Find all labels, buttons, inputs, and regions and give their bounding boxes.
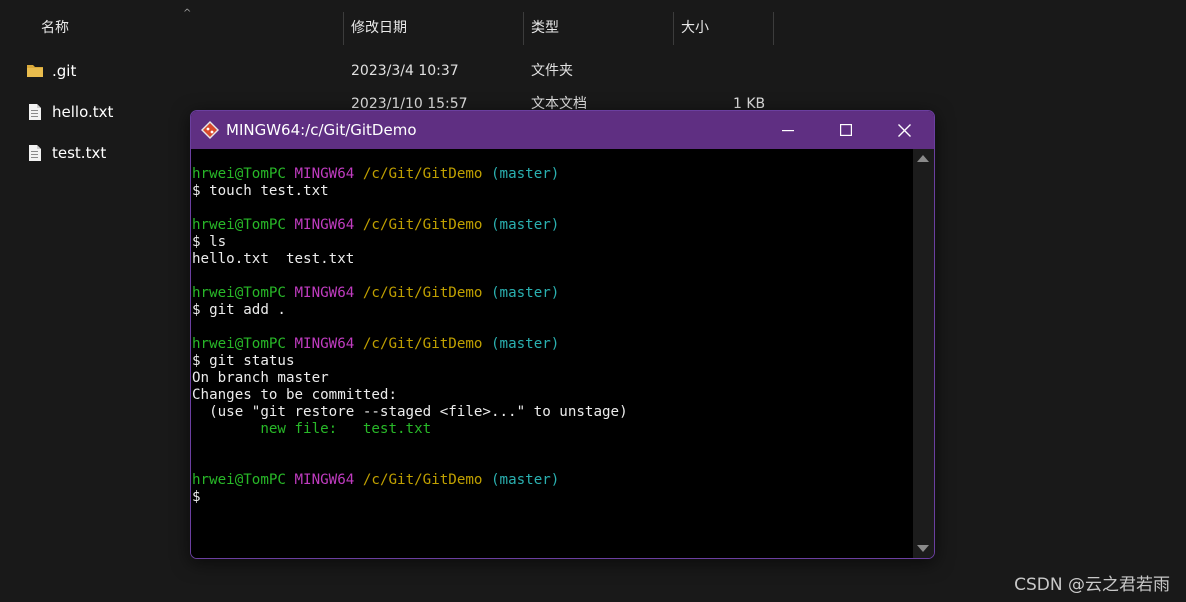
command-line: $ git add .	[192, 302, 286, 318]
column-divider[interactable]	[523, 12, 524, 45]
prompt-user: hrwei@TomPC	[192, 336, 286, 352]
ls-output: hello.txt test.txt	[192, 251, 355, 267]
file-name: .git	[52, 62, 77, 80]
folder-icon	[27, 65, 43, 77]
prompt-line: hrwei@TomPC MINGW64 /c/Git/GitDemo (mast…	[192, 166, 559, 183]
terminal-window[interactable]: MINGW64:/c/Git/GitDemo hrwei@TomPC MINGW…	[190, 110, 935, 559]
terminal-output[interactable]: hrwei@TomPC MINGW64 /c/Git/GitDemo (mast…	[191, 149, 913, 558]
git-bash-icon	[201, 121, 219, 139]
prompt-host: MINGW64	[294, 285, 355, 301]
watermark: CSDN @云之君若雨	[1014, 575, 1170, 595]
prompt-line: hrwei@TomPC MINGW64 /c/Git/GitDemo (mast…	[192, 217, 559, 234]
column-divider[interactable]	[773, 12, 774, 45]
prompt-host: MINGW64	[294, 217, 355, 233]
prompt-branch: (master)	[491, 285, 560, 301]
status-hint-output: (use "git restore --staged <file>..." to…	[192, 404, 628, 420]
prompt-branch: (master)	[491, 472, 560, 488]
column-divider[interactable]	[343, 12, 344, 45]
prompt-line: hrwei@TomPC MINGW64 /c/Git/GitDemo (mast…	[192, 472, 559, 489]
status-branch-output: On branch master	[192, 370, 329, 386]
terminal-title-bar[interactable]: MINGW64:/c/Git/GitDemo	[191, 111, 934, 149]
command-line: $ ls	[192, 234, 227, 250]
terminal-scrollbar[interactable]	[913, 149, 934, 558]
prompt-path: /c/Git/GitDemo	[362, 285, 483, 301]
file-type: 文件夹	[531, 63, 573, 79]
scroll-down-icon[interactable]	[917, 545, 929, 552]
desktop: ^ 名称 修改日期 类型 大小 .git 2023/3/4 10:37 文件夹 …	[0, 0, 1186, 602]
prompt-path: /c/Git/GitDemo	[362, 166, 483, 182]
terminal-title: MINGW64:/c/Git/GitDemo	[226, 121, 417, 139]
status-changes-output: Changes to be committed:	[192, 387, 397, 403]
file-name: hello.txt	[52, 103, 114, 121]
prompt-branch: (master)	[491, 217, 560, 233]
prompt-path: /c/Git/GitDemo	[362, 217, 483, 233]
text-file-icon	[29, 104, 41, 120]
close-icon	[897, 123, 911, 137]
close-button[interactable]	[875, 111, 933, 149]
prompt-line: hrwei@TomPC MINGW64 /c/Git/GitDemo (mast…	[192, 285, 559, 302]
prompt-path: /c/Git/GitDemo	[362, 336, 483, 352]
prompt-user: hrwei@TomPC	[192, 472, 286, 488]
column-header-modified[interactable]: 修改日期	[351, 12, 407, 45]
prompt-host: MINGW64	[294, 166, 355, 182]
text-file-icon	[29, 145, 41, 161]
column-divider[interactable]	[673, 12, 674, 45]
sort-ascending-icon[interactable]: ^	[183, 8, 191, 19]
scroll-up-icon[interactable]	[917, 155, 929, 162]
prompt-host: MINGW64	[294, 336, 355, 352]
column-header-type[interactable]: 类型	[531, 12, 559, 45]
prompt-branch: (master)	[491, 166, 560, 182]
command-input-line[interactable]: $	[192, 489, 201, 506]
file-modified: 2023/3/4 10:37	[351, 63, 459, 79]
command-line: $ git status	[192, 353, 295, 369]
maximize-button[interactable]	[817, 111, 875, 149]
prompt-line: hrwei@TomPC MINGW64 /c/Git/GitDemo (mast…	[192, 336, 559, 353]
prompt-user: hrwei@TomPC	[192, 285, 286, 301]
maximize-icon	[840, 124, 852, 136]
minimize-icon	[782, 130, 794, 132]
status-new-file-output: new file: test.txt	[192, 421, 432, 437]
prompt-branch: (master)	[491, 336, 560, 352]
prompt-host: MINGW64	[294, 472, 355, 488]
prompt-user: hrwei@TomPC	[192, 217, 286, 233]
minimize-button[interactable]	[759, 111, 817, 149]
command-line: $ touch test.txt	[192, 183, 329, 199]
prompt-path: /c/Git/GitDemo	[362, 472, 483, 488]
file-name: test.txt	[52, 144, 107, 162]
prompt-user: hrwei@TomPC	[192, 166, 286, 182]
column-header-size[interactable]: 大小	[681, 12, 709, 45]
column-header-name[interactable]: 名称	[41, 12, 69, 45]
